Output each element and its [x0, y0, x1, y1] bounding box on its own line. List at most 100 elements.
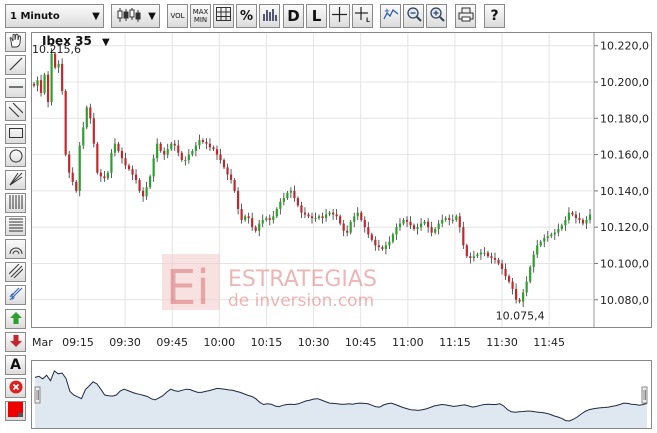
y-tick-label: 10.180,0	[600, 112, 649, 125]
candle-up	[419, 223, 423, 228]
candle-up	[279, 201, 282, 210]
candle-up	[557, 229, 560, 233]
candle-down	[268, 218, 271, 220]
zoom-in-button[interactable]	[426, 4, 447, 28]
candle-down	[219, 154, 222, 161]
help-button[interactable]: ?	[484, 4, 505, 28]
candle-down	[409, 221, 412, 226]
x-tick-label: 11:45	[533, 336, 565, 349]
candle-up	[166, 149, 169, 155]
volume-button[interactable]: VOL	[167, 4, 188, 28]
channel-tool[interactable]	[5, 101, 26, 121]
candle-down	[578, 218, 581, 220]
chart-area[interactable]: Ei ESTRATEGIAS de inversion.com 10.080,0…	[31, 32, 652, 349]
navigator-area	[35, 371, 647, 428]
candle-down	[458, 216, 461, 228]
day-button[interactable]: D	[283, 4, 304, 28]
candle-up	[349, 221, 352, 233]
ellipse-tool[interactable]	[5, 147, 26, 167]
candle-up	[289, 190, 292, 193]
candle-down	[103, 176, 106, 179]
horizontal-line-tool[interactable]	[5, 78, 26, 98]
candle-down	[462, 227, 465, 246]
candle-down	[332, 212, 335, 215]
candle-down	[490, 256, 493, 259]
chart-type-select[interactable]: ▼	[111, 4, 160, 28]
candle-up	[525, 281, 528, 293]
percent-button[interactable]: %	[236, 4, 257, 28]
candle-up	[85, 107, 88, 128]
candle-down	[405, 219, 409, 222]
candle-down	[346, 230, 349, 233]
candle-up	[585, 219, 588, 224]
x-axis-labels: Mar 09:15 09:30 09:45 10:00 10:15 10:30 10:45 11…	[32, 336, 565, 349]
dollar-lines-icon: $	[9, 287, 23, 304]
gann-tool[interactable]: $	[5, 285, 26, 305]
candle-down	[497, 259, 500, 264]
sell-signal-tool[interactable]	[5, 332, 26, 352]
navigator-panel[interactable]	[31, 360, 652, 429]
pan-tool[interactable]	[5, 32, 26, 52]
candle-up	[423, 221, 426, 224]
candle-up	[353, 216, 356, 222]
crosshair-label-button[interactable]: L	[352, 4, 373, 28]
indicators-icon: +	[382, 7, 399, 26]
candle-down	[515, 288, 518, 300]
fibonacci-arc-tool[interactable]	[5, 239, 26, 259]
zoom-out-button[interactable]	[403, 4, 424, 28]
navigator-left-handle[interactable]	[34, 386, 41, 404]
chevron-down-icon[interactable]: ▼	[102, 37, 110, 48]
rectangle-icon	[8, 127, 23, 142]
y-tick-label: 10.200,0	[600, 76, 649, 89]
candlestick-chart[interactable]: Ei ESTRATEGIAS de inversion.com 10.080,0…	[32, 33, 651, 349]
candle-up	[265, 218, 268, 220]
svg-text:L: L	[366, 17, 370, 22]
candle-down	[303, 212, 307, 215]
grid-button[interactable]	[213, 4, 234, 28]
parallel-lines-tool[interactable]	[5, 262, 26, 282]
candle-down	[131, 169, 134, 175]
candle-up	[286, 192, 289, 199]
delete-drawings-button[interactable]	[5, 378, 26, 398]
y-tick-label: 10.160,0	[600, 149, 649, 162]
rectangle-tool[interactable]	[5, 124, 26, 144]
x-tick-label: 11:15	[439, 336, 471, 349]
color-picker[interactable]	[5, 401, 26, 421]
candle-up	[78, 145, 81, 191]
text-tool[interactable]: A	[5, 355, 26, 375]
fan-tool[interactable]	[5, 170, 26, 190]
candle-down	[237, 190, 240, 210]
candle-up	[529, 267, 532, 282]
y-tick-label: 10.140,0	[600, 185, 649, 198]
y-tick-label: 10.220,0	[600, 40, 649, 53]
x-tick-label: 10:00	[203, 336, 235, 349]
candle-up	[553, 232, 556, 235]
candle-up	[479, 252, 483, 255]
parallel-lines-icon	[8, 263, 23, 281]
indicators-button[interactable]: +	[380, 4, 401, 28]
candle-up	[483, 252, 486, 254]
candle-down	[173, 143, 176, 146]
candle-down	[427, 221, 430, 228]
trendline-tool[interactable]	[5, 55, 26, 75]
candle-down	[124, 158, 127, 166]
help-label: ?	[490, 8, 499, 24]
navigator-right-handle[interactable]	[641, 386, 648, 404]
buy-signal-tool[interactable]	[5, 309, 26, 329]
navigator-chart[interactable]	[32, 361, 651, 428]
x-tick-label: 10:45	[345, 336, 377, 349]
x-tick-label: 09:45	[156, 336, 188, 349]
crosshair-button[interactable]	[329, 4, 350, 28]
interval-select[interactable]: 1 Minuto ▼	[5, 4, 104, 28]
candle-up	[282, 198, 285, 202]
candle-down	[64, 91, 67, 155]
max-min-button[interactable]: MAX MIN	[190, 4, 211, 28]
candle-up	[170, 143, 173, 150]
candle-down	[212, 147, 215, 150]
fibonacci-time-tool[interactable]	[5, 193, 26, 213]
fibonacci-retracement-tool[interactable]	[5, 216, 26, 236]
histogram-button[interactable]	[259, 4, 280, 28]
candle-down	[367, 227, 370, 235]
line-button[interactable]: L	[306, 4, 327, 28]
print-button[interactable]	[455, 4, 476, 28]
